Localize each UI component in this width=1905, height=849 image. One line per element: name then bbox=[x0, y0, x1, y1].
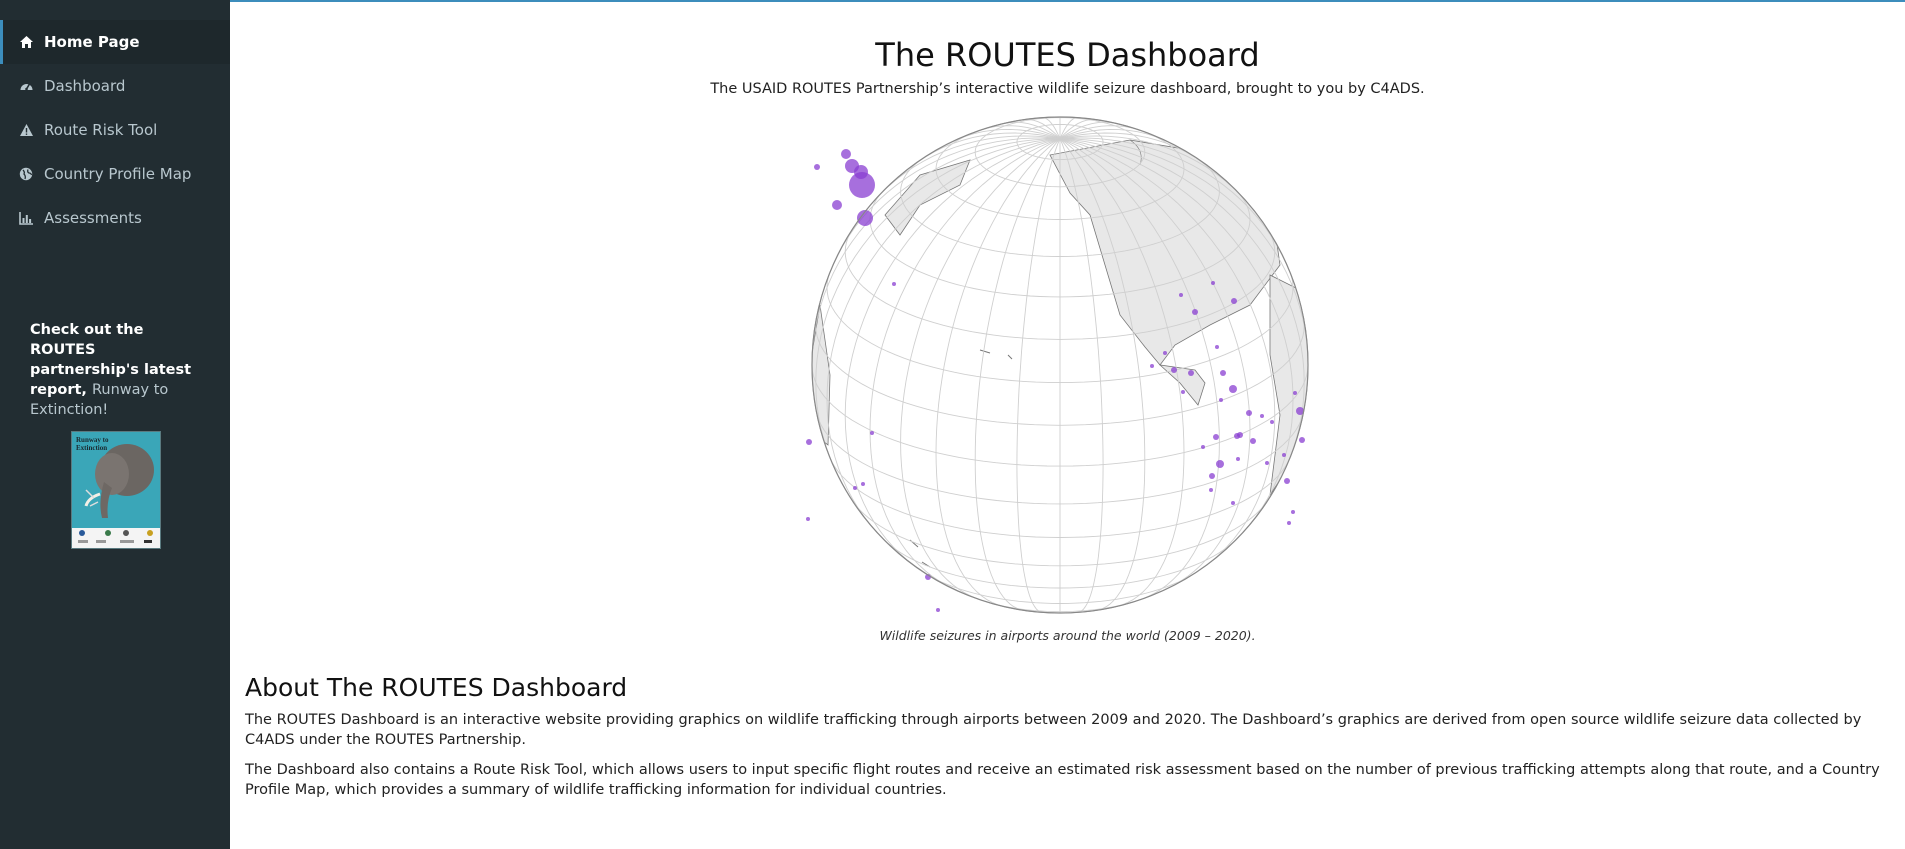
seizure-marker[interactable] bbox=[1163, 351, 1167, 355]
seizure-marker[interactable] bbox=[1265, 461, 1269, 465]
page-title: The ROUTES Dashboard bbox=[875, 36, 1260, 74]
seizure-marker[interactable] bbox=[1216, 460, 1224, 468]
seizure-marker[interactable] bbox=[861, 482, 865, 486]
seizure-marker[interactable] bbox=[814, 164, 820, 170]
seizure-marker[interactable] bbox=[1231, 298, 1237, 304]
seizure-marker[interactable] bbox=[1260, 414, 1264, 418]
sidebar-item-label: Country Profile Map bbox=[44, 165, 192, 183]
bar-chart-icon bbox=[18, 210, 34, 226]
seizure-marker[interactable] bbox=[1209, 473, 1215, 479]
report-promo: Check out the ROUTES partnership's lates… bbox=[30, 320, 200, 420]
sidebar: Home Page Dashboard Route Risk Tool Coun… bbox=[0, 0, 230, 849]
seizure-marker[interactable] bbox=[1220, 370, 1226, 376]
elephant-illustration bbox=[72, 444, 160, 548]
seizure-marker[interactable] bbox=[1284, 478, 1290, 484]
main-content: The ROUTES Dashboard The USAID ROUTES Pa… bbox=[230, 0, 1905, 849]
about-paragraph-1: The ROUTES Dashboard is an interactive w… bbox=[245, 712, 1862, 748]
seizure-marker[interactable] bbox=[1291, 510, 1295, 514]
seizure-globe-map[interactable] bbox=[800, 115, 1320, 620]
seizure-marker[interactable] bbox=[1250, 438, 1256, 444]
seizure-marker[interactable] bbox=[1219, 398, 1223, 402]
seizure-marker[interactable] bbox=[1246, 410, 1252, 416]
dashboard-icon bbox=[18, 78, 34, 94]
seizure-marker[interactable] bbox=[832, 200, 842, 210]
report-cover-image[interactable]: Runway to Extinction bbox=[71, 431, 161, 549]
seizure-marker[interactable] bbox=[1181, 390, 1185, 394]
globe-icon bbox=[18, 166, 34, 182]
seizure-marker[interactable] bbox=[1192, 309, 1198, 315]
seizure-marker[interactable] bbox=[1234, 433, 1240, 439]
seizure-marker[interactable] bbox=[1201, 445, 1205, 449]
seizure-marker[interactable] bbox=[1231, 501, 1235, 505]
page-subtitle: The USAID ROUTES Partnership’s interacti… bbox=[710, 81, 1425, 97]
seizure-marker[interactable] bbox=[1299, 437, 1305, 443]
seizure-marker[interactable] bbox=[1188, 370, 1194, 376]
home-icon bbox=[18, 34, 34, 50]
seizure-marker[interactable] bbox=[1229, 385, 1237, 393]
seizure-marker[interactable] bbox=[841, 149, 851, 159]
seizure-marker[interactable] bbox=[1213, 434, 1219, 440]
warning-icon bbox=[18, 122, 34, 138]
seizure-marker[interactable] bbox=[1150, 364, 1154, 368]
sidebar-item-label: Home Page bbox=[44, 33, 140, 51]
about-paragraph-2: The Dashboard also contains a Route Risk… bbox=[245, 762, 1880, 798]
seizure-marker[interactable] bbox=[1236, 457, 1240, 461]
sidebar-item-dashboard[interactable]: Dashboard bbox=[0, 64, 230, 108]
seizure-marker[interactable] bbox=[806, 517, 810, 521]
sidebar-item-country-profile-map[interactable]: Country Profile Map bbox=[0, 152, 230, 196]
seizure-marker[interactable] bbox=[870, 431, 874, 435]
about-heading: About The ROUTES Dashboard bbox=[245, 673, 628, 702]
seizure-marker[interactable] bbox=[936, 608, 940, 612]
seizure-marker[interactable] bbox=[1293, 391, 1297, 395]
sidebar-item-label: Route Risk Tool bbox=[44, 121, 158, 139]
seizure-marker[interactable] bbox=[1215, 345, 1219, 349]
seizure-marker[interactable] bbox=[892, 282, 896, 286]
seizure-marker[interactable] bbox=[853, 486, 857, 490]
sidebar-item-label: Assessments bbox=[44, 209, 142, 227]
sidebar-item-route-risk-tool[interactable]: Route Risk Tool bbox=[0, 108, 230, 152]
seizure-marker[interactable] bbox=[1287, 521, 1291, 525]
globe-caption: Wildlife seizures in airports around the… bbox=[879, 628, 1256, 643]
seizure-marker[interactable] bbox=[1282, 453, 1286, 457]
seizure-marker[interactable] bbox=[845, 159, 859, 173]
seizure-marker[interactable] bbox=[1179, 293, 1183, 297]
sidebar-item-label: Dashboard bbox=[44, 77, 126, 95]
seizure-marker[interactable] bbox=[1209, 488, 1213, 492]
seizure-marker[interactable] bbox=[1171, 367, 1177, 373]
seizure-marker[interactable] bbox=[1270, 420, 1274, 424]
sidebar-item-home[interactable]: Home Page bbox=[0, 20, 230, 64]
seizure-marker[interactable] bbox=[806, 439, 812, 445]
seizure-marker[interactable] bbox=[1211, 281, 1215, 285]
sidebar-item-assessments[interactable]: Assessments bbox=[0, 196, 230, 240]
